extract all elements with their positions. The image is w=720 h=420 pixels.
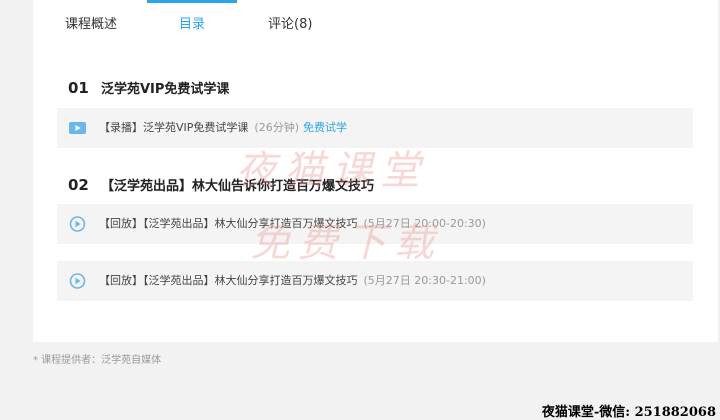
active-tab-indicator (147, 0, 237, 3)
lesson-title: 【回放】【泛学苑出品】林大仙分享打造百万爆文技巧 (99, 217, 358, 230)
section-name: 泛学苑VIP免费试学课 (101, 82, 230, 97)
tab-comments[interactable]: 评论(8) (268, 16, 312, 34)
footer-wechat-note: 夜猫课堂-微信: 251882068 (541, 405, 716, 420)
lesson-time: (5月27日 20:30-21:00) (363, 274, 486, 287)
free-trial-link[interactable]: 免费试学 (303, 121, 347, 134)
replay-icon (69, 216, 86, 232)
tab-catalog[interactable]: 目录 (179, 16, 205, 34)
section-number: 01 (68, 79, 89, 97)
section-title: 01 泛学苑VIP免费试学课 (68, 79, 229, 99)
tab-bar: 课程概述 目录 评论(8) (33, 0, 718, 50)
lesson-title: 【录播】泛学苑VIP免费试学课 (99, 121, 249, 134)
lesson-item[interactable]: 【回放】【泛学苑出品】林大仙分享打造百万爆文技巧 (5月27日 20:00-20:… (57, 204, 693, 244)
section-title: 02 【泛学苑出品】林大仙告诉你打造百万爆文技巧 (68, 176, 374, 196)
replay-icon (69, 273, 86, 289)
course-card: 课程概述 目录 评论(8) 01 泛学苑VIP免费试学课 【录播】泛学苑VIP免费… (33, 0, 718, 342)
lesson-text-row: 【回放】【泛学苑出品】林大仙分享打造百万爆文技巧 (5月27日 20:30-21:… (99, 261, 486, 301)
tab-overview[interactable]: 课程概述 (65, 16, 117, 34)
video-icon (69, 122, 86, 134)
lesson-item[interactable]: 【回放】【泛学苑出品】林大仙分享打造百万爆文技巧 (5月27日 20:30-21:… (57, 261, 693, 301)
section-number: 02 (68, 176, 89, 194)
lesson-item[interactable]: 【录播】泛学苑VIP免费试学课 (26分钟) 免费试学 (57, 108, 693, 148)
course-provider: * 课程提供者：泛学苑自媒体 (33, 355, 162, 366)
lesson-text-row: 【回放】【泛学苑出品】林大仙分享打造百万爆文技巧 (5月27日 20:00-20:… (99, 204, 486, 244)
lesson-text-row: 【录播】泛学苑VIP免费试学课 (26分钟) 免费试学 (99, 108, 347, 148)
lesson-duration: (26分钟) (254, 121, 299, 134)
section-name: 【泛学苑出品】林大仙告诉你打造百万爆文技巧 (101, 179, 375, 194)
lesson-time: (5月27日 20:00-20:30) (363, 217, 486, 230)
lesson-title: 【回放】【泛学苑出品】林大仙分享打造百万爆文技巧 (99, 274, 358, 287)
